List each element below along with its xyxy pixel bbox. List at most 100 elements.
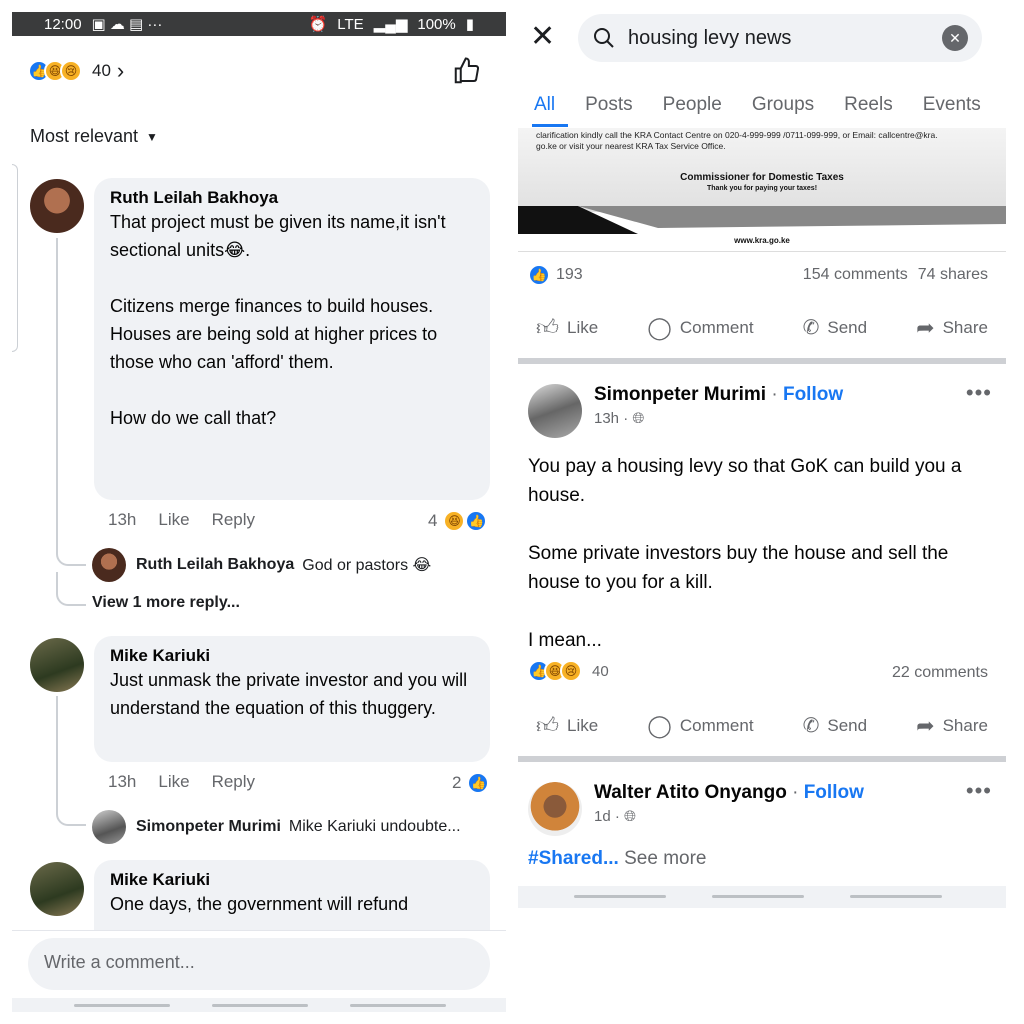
post-header: Walter Atito Onyango · Follow 1d · 🌐︎ — [528, 782, 864, 836]
reaction-icons: 👍 😆 😢 — [528, 660, 582, 682]
comments-count[interactable]: 154 comments — [803, 266, 908, 284]
avatar[interactable] — [30, 862, 84, 916]
see-more-link[interactable]: See more — [624, 848, 706, 869]
post-text: #Shared... See more — [528, 848, 706, 870]
globe-icon: 🌐︎ — [632, 410, 645, 427]
clear-search-icon[interactable]: ✕ — [942, 25, 968, 51]
post-reactions[interactable]: 👍 193 — [528, 264, 583, 286]
nav-handle — [850, 895, 942, 898]
reply-preview[interactable]: Ruth Leilah Bakhoya God or pastors 😂 — [136, 555, 431, 575]
haha-reaction-icon: 😆 — [443, 510, 466, 532]
follow-button[interactable]: Follow — [804, 782, 864, 803]
post-actions: 👍︎ Like ◯ Comment ✆ Send ➦ Share — [518, 314, 1006, 341]
comment-author[interactable]: Mike Kariuki — [110, 870, 474, 890]
tab-events[interactable]: Events — [923, 94, 981, 116]
post-time: 1d — [594, 808, 611, 825]
tab-groups[interactable]: Groups — [752, 94, 814, 116]
post-time: 13h — [594, 410, 620, 427]
more-options-icon[interactable]: ••• — [966, 778, 992, 804]
more-options-icon[interactable]: ••• — [966, 380, 992, 406]
tab-all[interactable]: All — [534, 94, 555, 116]
share-button[interactable]: ➦ Share — [916, 314, 988, 341]
comment-reactions[interactable]: 4 😆 👍 — [428, 510, 488, 532]
avatar[interactable] — [30, 179, 84, 233]
comment-reactions[interactable]: 2 👍 — [452, 772, 490, 794]
sort-dropdown[interactable]: Most relevant ▼ — [30, 126, 158, 147]
reply-link[interactable]: Reply — [212, 510, 255, 530]
nav-handle — [212, 1004, 308, 1007]
post-author[interactable]: Walter Atito Onyango — [594, 782, 787, 803]
post-author[interactable]: Simonpeter Murimi — [594, 384, 766, 405]
share-label: Share — [942, 715, 988, 735]
reply-preview[interactable]: Simonpeter Murimi Mike Kariuki undoubte.… — [136, 818, 461, 836]
search-results-panel: ✕ housing levy news ✕ All Posts People G… — [518, 12, 1006, 912]
avatar[interactable] — [30, 638, 84, 692]
chevron-right-icon: › — [116, 58, 125, 83]
globe-icon: 🌐︎ — [624, 808, 637, 825]
reactions-summary[interactable]: 👍 😆 😢 40 › — [28, 58, 124, 84]
share-icon: ➦ — [916, 712, 935, 738]
nav-handle — [74, 1004, 170, 1007]
comment-bubble: Mike Kariuki Just unmask the private inv… — [94, 636, 490, 762]
hashtag-link[interactable]: #Shared... — [528, 848, 619, 869]
send-button[interactable]: ✆ Send — [803, 314, 867, 341]
search-tabs: All Posts People Groups Reels Events — [518, 82, 1006, 128]
post-like-count: 193 — [556, 266, 583, 283]
post-separator — [518, 358, 1006, 364]
like-reaction-icon: 👍 — [465, 510, 488, 532]
tab-posts[interactable]: Posts — [585, 94, 633, 116]
post-actions: 👍︎ Like ◯ Comment ✆ Send ➦ Share — [518, 712, 1006, 739]
shares-count[interactable]: 74 shares — [918, 266, 988, 284]
comment-meta: 13h Like Reply — [108, 510, 255, 530]
reply-text: God or pastors 😂 — [302, 557, 432, 574]
post-reactions[interactable]: 👍 😆 😢 40 — [528, 660, 609, 682]
reply-connector — [56, 532, 86, 566]
close-icon[interactable]: ✕ — [530, 20, 555, 54]
tab-reels[interactable]: Reels — [844, 94, 893, 116]
search-input[interactable]: housing levy news — [628, 27, 930, 50]
follow-button[interactable]: Follow — [783, 384, 843, 405]
reaction-icons: 👍 😆 😢 — [28, 60, 82, 82]
comment-reaction-count: 4 — [428, 511, 438, 530]
comment-text: That project must be given its name,it i… — [110, 212, 446, 428]
comment-author[interactable]: Ruth Leilah Bakhoya — [110, 188, 474, 208]
like-button[interactable]: 👍︎ Like — [536, 314, 598, 341]
like-link[interactable]: Like — [158, 510, 189, 530]
avatar[interactable] — [528, 782, 582, 836]
status-bar: 12:00 ▣ ☁ ▤ ··· ⏰ LTE ▂▄▆ 100% ▮ — [12, 12, 506, 36]
search-icon — [594, 28, 614, 48]
like-label: Like — [567, 317, 599, 337]
comment-icon: ◯ — [647, 314, 672, 340]
nav-handle — [712, 895, 804, 898]
like-reaction-icon: 👍 — [528, 264, 550, 286]
send-button[interactable]: ✆ Send — [803, 712, 867, 739]
post-separator — [518, 756, 1006, 762]
like-button[interactable]: 👍︎ Like — [536, 712, 598, 739]
search-bar[interactable]: housing levy news ✕ — [578, 14, 982, 62]
tab-people[interactable]: People — [663, 94, 722, 116]
view-more-replies[interactable]: View 1 more reply... — [92, 594, 240, 612]
avatar[interactable] — [92, 810, 126, 844]
thumbs-up-icon[interactable] — [452, 56, 482, 93]
nav-handle — [350, 1004, 446, 1007]
like-link[interactable]: Like — [158, 772, 189, 792]
share-button[interactable]: ➦ Share — [916, 712, 988, 739]
chevron-down-icon: ▼ — [146, 129, 158, 144]
post-stats: 154 comments 74 shares — [803, 266, 988, 284]
avatar[interactable] — [528, 384, 582, 438]
kra-thanks: Thank you for paying your taxes! — [706, 185, 818, 192]
comment-meta: 13h Like Reply — [108, 772, 255, 792]
reply-connector — [56, 572, 86, 606]
comment-button[interactable]: ◯ Comment — [647, 712, 753, 739]
share-label: Share — [942, 317, 988, 337]
comments-count[interactable]: 22 comments — [892, 664, 988, 682]
kra-notice-line: clarification kindly call the KRA Contac… — [536, 130, 938, 140]
comment-button[interactable]: ◯ Comment — [647, 314, 753, 341]
comment-author[interactable]: Mike Kariuki — [110, 646, 474, 666]
avatar[interactable] — [92, 548, 126, 582]
share-icon: ➦ — [916, 314, 935, 340]
comment-input[interactable]: Write a comment... — [28, 938, 490, 990]
network-label: LTE — [337, 15, 364, 33]
reply-link[interactable]: Reply — [212, 772, 255, 792]
post-image[interactable]: clarification kindly call the KRA Contac… — [518, 128, 1006, 252]
